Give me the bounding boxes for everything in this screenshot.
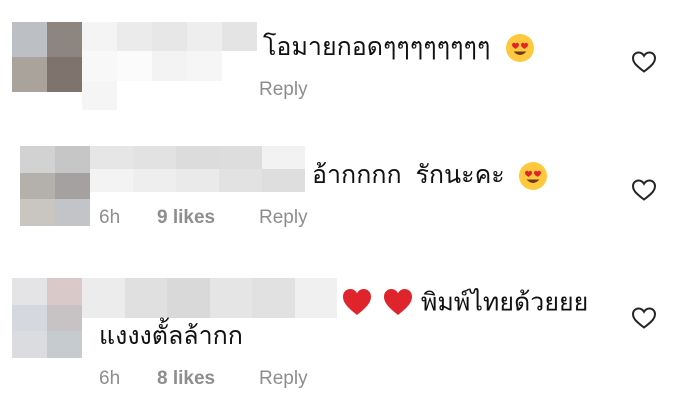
comment-meta: 6h 9 likes Reply bbox=[99, 207, 419, 231]
blurred-username[interactable] bbox=[90, 146, 305, 192]
blurred-username[interactable] bbox=[82, 278, 337, 318]
comment-text-body: โอมายกอดๆๆๆๆๆๆๆๆ bbox=[263, 33, 491, 61]
red-heart-emoji-icon bbox=[343, 289, 371, 316]
blurred-avatar[interactable] bbox=[20, 146, 90, 226]
blurred-username[interactable] bbox=[82, 22, 257, 110]
comment-text: โอมายกอดๆๆๆๆๆๆๆๆ bbox=[263, 32, 535, 63]
heart-eyes-emoji-icon bbox=[518, 162, 547, 191]
blurred-avatar[interactable] bbox=[12, 278, 82, 358]
comment-text-body: อ้ากกกก รักนะคะ bbox=[312, 161, 505, 189]
comment-meta: Reply bbox=[259, 79, 459, 103]
blurred-avatar[interactable] bbox=[12, 22, 82, 92]
comment-text-body: พิมพ์ไทยด้วยยย bbox=[420, 288, 589, 317]
likes-count[interactable]: 8 likes bbox=[157, 368, 215, 390]
comment-3: พิมพ์ไทยด้วยยย แงงงตั้ลล้ากก 6h 8 likes … bbox=[0, 268, 696, 418]
comment-meta: 6h 8 likes Reply bbox=[99, 368, 419, 392]
comment-1: โอมายกอดๆๆๆๆๆๆๆๆ Reply bbox=[0, 0, 696, 120]
comment-text: อ้ากกกก รักนะคะ bbox=[312, 160, 548, 191]
like-heart-outline-icon[interactable] bbox=[631, 178, 657, 202]
comment-text: พิมพ์ไทยด้วยยย bbox=[341, 286, 588, 317]
reply-button[interactable]: Reply bbox=[259, 79, 308, 101]
heart-eyes-emoji-icon bbox=[506, 34, 535, 63]
comment-2: อ้ากกกก รักนะคะ 6h 9 likes Reply bbox=[0, 130, 696, 250]
like-heart-outline-icon[interactable] bbox=[631, 306, 657, 330]
timestamp: 6h bbox=[99, 207, 121, 228]
red-heart-emoji-icon bbox=[383, 289, 412, 316]
reply-button[interactable]: Reply bbox=[259, 368, 308, 390]
timestamp: 6h bbox=[99, 368, 121, 389]
like-heart-outline-icon[interactable] bbox=[631, 50, 657, 74]
likes-count[interactable]: 9 likes bbox=[157, 207, 215, 229]
comment-text-line2: แงงงตั้ลล้ากก bbox=[99, 322, 243, 350]
reply-button[interactable]: Reply bbox=[259, 207, 308, 229]
